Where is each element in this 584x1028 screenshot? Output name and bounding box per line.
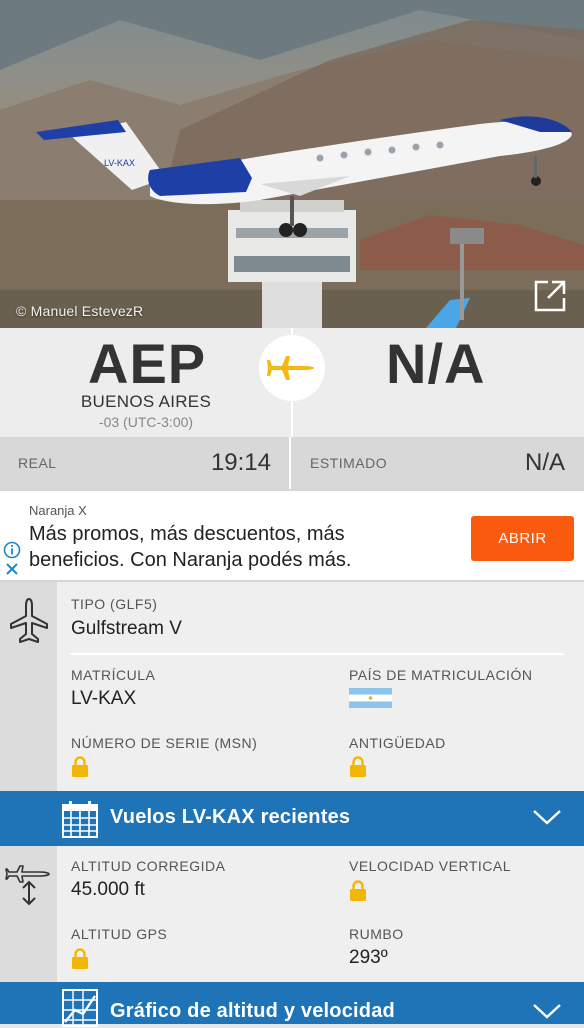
ad-banner[interactable]: Naranja X Más promos, más descuentos, má… [0,489,584,582]
photo-credit: © Manuel EstevezR [16,303,144,319]
recent-flights-title: Vuelos LV-KAX recientes [110,806,351,828]
ad-info-icon[interactable] [3,541,21,559]
chevron-down-icon[interactable] [532,1002,562,1020]
serial-number-label: NÚMERO DE SERIE (MSN) [71,735,258,751]
age-label: ANTIGÜEDAD [349,735,446,751]
heading-value: 293º [349,947,388,968]
heading-label: RUMBO [349,926,404,942]
actual-time-cell: REAL 19:14 [0,437,291,489]
destination-code[interactable]: N/A [386,334,485,394]
chevron-down-icon[interactable] [532,808,562,826]
vertical-speed-lock-icon[interactable] [349,880,367,902]
recent-flights-bar[interactable]: Vuelos LV-KAX recientes [0,791,584,846]
ad-advertiser: Naranja X [29,503,87,518]
calibrated-altitude-label: ALTITUD CORREGIDA [71,858,226,874]
aircraft-icon [10,598,48,643]
estimated-time-label: ESTIMADO [310,455,388,471]
country-label: PAÍS DE MATRICULACIÓN [349,667,533,683]
times-row: REAL 19:14 ESTIMADO N/A [0,437,584,489]
tail-registration: LV-KAX [104,158,135,168]
registration-label: MATRÍCULA [71,667,156,683]
altitude-section: ALTITUD CORREGIDA 45.000 ft VELOCIDAD VE… [0,846,584,982]
estimated-time-cell: ESTIMADO N/A [293,437,584,489]
aircraft-section: TIPO (GLF5) Gulfstream V MATRÍCULA LV-KA… [0,582,584,791]
altitude-side-column [0,846,57,982]
expand-photo-button[interactable] [530,276,570,316]
airplane-icon [267,356,314,380]
ad-headline: Más promos, más descuentos, más benefici… [29,521,449,573]
aircraft-side-column [0,582,57,791]
route-panel: AEP BUENOS AIRES -03 (UTC-3:00) N/A [0,328,584,437]
external-link-icon [534,280,566,312]
plane-altitude-icon [5,865,50,906]
actual-time-value: 19:14 [210,449,271,476]
registration-value: LV-KAX [71,688,137,709]
gps-altitude-label: ALTITUD GPS [71,926,168,942]
calendar-icon [62,801,98,838]
altitude-speed-chart-title: Gráfico de altitud y velocidad [110,1000,395,1022]
actual-time-label: REAL [18,455,57,471]
origin-city: BUENOS AIRES [80,392,212,411]
ad-headline-line-2: beneficios. Con Naranja podés más. [29,549,352,571]
plane-badge [259,335,325,401]
age-lock-icon[interactable] [349,756,367,778]
aircraft-type-value: Gulfstream V [71,618,182,639]
vertical-speed-label: VELOCIDAD VERTICAL [349,858,512,874]
aircraft-photo: LV-KAX © Manuel EstevezR [0,0,584,328]
photo-scene: LV-KAX [0,0,584,328]
aircraft-type-label: TIPO (GLF5) [71,596,158,612]
ad-close-icon[interactable] [4,561,20,577]
ad-headline-line-1: Más promos, más descuentos, más [29,523,345,545]
origin-timezone: -03 (UTC-3:00) [98,414,194,430]
calibrated-altitude-value: 45.000 ft [71,879,145,900]
chart-grid-icon [62,989,98,1027]
aircraft-divider [70,653,564,655]
altitude-speed-chart-bar[interactable]: Gráfico de altitud y velocidad [0,982,584,1027]
gps-altitude-lock-icon[interactable] [71,948,89,970]
origin-code[interactable]: AEP [88,334,206,394]
ad-open-button[interactable]: ABRIR [471,516,574,561]
estimated-time-value: N/A [524,449,565,476]
serial-lock-icon[interactable] [71,756,89,778]
argentina-flag-icon [349,688,392,708]
